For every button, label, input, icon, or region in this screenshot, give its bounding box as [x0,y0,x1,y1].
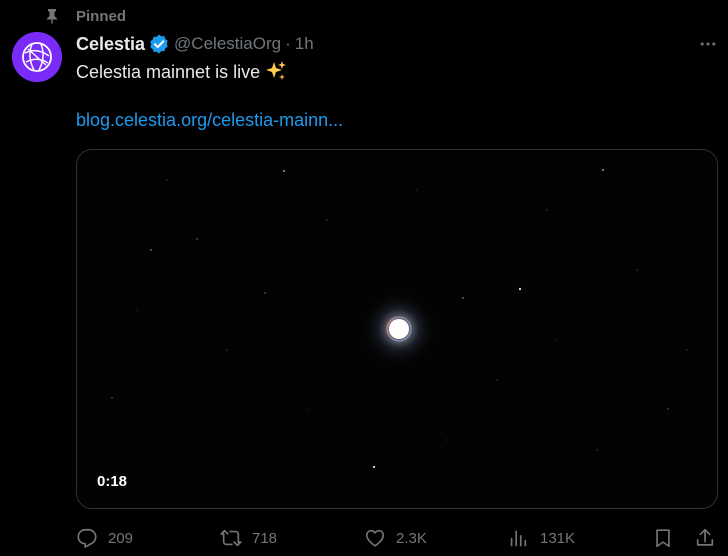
share-button[interactable] [694,524,716,552]
tweet-text-body: Celestia mainnet is live [76,62,261,82]
display-name[interactable]: Celestia [76,34,145,55]
reply-count: 209 [108,529,134,547]
separator-dot: · [285,34,291,53]
like-button[interactable]: 2.3K [364,524,427,552]
verified-badge-icon [148,33,170,55]
article-link[interactable]: blog.celestia.org/celestia-mainn... [76,108,343,132]
views-button[interactable]: 131K [508,524,575,552]
share-icon [696,528,714,546]
reply-button[interactable]: 209 [76,524,133,552]
handle[interactable]: @CelestiaOrg [174,34,281,54]
celestia-logo-icon [12,32,62,82]
more-options-button[interactable] [696,32,720,56]
action-bar: 209 718 2.3K 131K [76,524,718,552]
views-count: 131K [540,529,576,547]
repost-button[interactable]: 718 [220,524,277,552]
tweet-header: Celestia @CelestiaOrg · 1h [76,32,314,56]
pinned-label: Pinned [76,7,127,25]
more-dots-icon [700,42,716,46]
reply-icon [77,528,97,548]
timestamp[interactable]: 1h [295,34,314,54]
avatar[interactable] [12,32,62,82]
like-icon [365,529,385,547]
space-video-frame [77,150,717,508]
views-icon [510,530,527,547]
pin-icon [44,8,60,24]
sparkles-icon [265,60,287,82]
repost-count: 718 [252,529,278,547]
tweet-card[interactable]: Pinned Celestia @CelestiaOrg · 1h Celest… [0,0,728,556]
bookmark-button[interactable] [652,524,674,552]
pinned-indicator: Pinned [44,6,126,26]
like-count: 2.3K [396,529,427,547]
tweet-text: Celestia mainnet is live [76,60,287,84]
video-player[interactable]: 0:18 [76,149,718,509]
bookmark-icon [656,529,670,548]
video-duration: 0:18 [97,473,128,490]
repost-icon [220,529,242,547]
